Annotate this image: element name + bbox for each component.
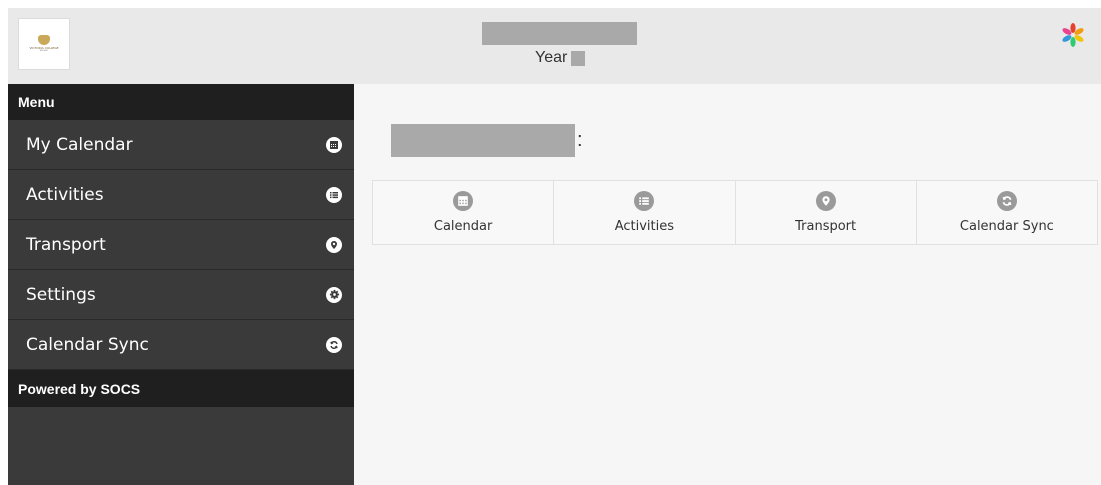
sidebar-item-activities[interactable]: Activities [8, 170, 354, 220]
sidebar-item-label: Settings [26, 284, 96, 305]
tile-label: Activities [614, 219, 675, 234]
list-icon [634, 191, 655, 211]
header-bar: VICTORIA COLLEGE BELFAST Year [8, 8, 1101, 84]
sidebar-menu: Menu My Calendar Activities Transport Se… [8, 84, 354, 485]
list-icon [326, 186, 342, 203]
sidebar-item-settings[interactable]: Settings [8, 270, 354, 320]
sidebar-item-label: My Calendar [26, 134, 133, 155]
quick-links: Calendar Activities Transport Calendar S… [372, 180, 1098, 245]
year-label: Year [535, 49, 568, 66]
map-pin-icon [326, 236, 342, 253]
gear-icon [326, 286, 342, 303]
sidebar-item-my-calendar[interactable]: My Calendar [8, 120, 354, 170]
sync-icon [326, 336, 342, 353]
calendar-icon [453, 191, 474, 211]
title-suffix: : [577, 129, 583, 151]
tile-label: Calendar [433, 219, 493, 234]
tile-activities[interactable]: Activities [554, 181, 736, 244]
calendar-icon [326, 136, 342, 153]
year-line: Year [535, 48, 586, 68]
powered-by-footer[interactable]: Powered by SOCS [8, 370, 354, 407]
sidebar-item-transport[interactable]: Transport [8, 220, 354, 270]
crest-icon [38, 35, 50, 45]
sidebar-item-label: Transport [26, 234, 106, 255]
sync-icon [996, 191, 1017, 211]
tile-transport[interactable]: Transport [736, 181, 917, 244]
logo-subtext: BELFAST [39, 50, 49, 52]
tile-label: Calendar Sync [959, 219, 1054, 234]
tile-calendar-sync[interactable]: Calendar Sync [917, 181, 1097, 244]
page-title: : [391, 124, 583, 157]
sidebar-item-label: Activities [26, 184, 104, 205]
redacted-year [571, 50, 586, 66]
redacted-title [391, 124, 575, 157]
redacted-name [482, 22, 637, 45]
tile-calendar[interactable]: Calendar [373, 181, 555, 244]
sidebar-item-calendar-sync[interactable]: Calendar Sync [8, 320, 354, 370]
tile-label: Transport [795, 219, 857, 234]
sidebar-heading: Menu [8, 84, 354, 120]
school-logo[interactable]: VICTORIA COLLEGE BELFAST [18, 18, 70, 70]
map-pin-icon [815, 191, 836, 211]
socs-pinwheel-icon [1062, 23, 1084, 47]
main-content: : Calendar Activities Transport Calendar… [354, 84, 1101, 485]
sidebar-item-label: Calendar Sync [26, 334, 149, 355]
